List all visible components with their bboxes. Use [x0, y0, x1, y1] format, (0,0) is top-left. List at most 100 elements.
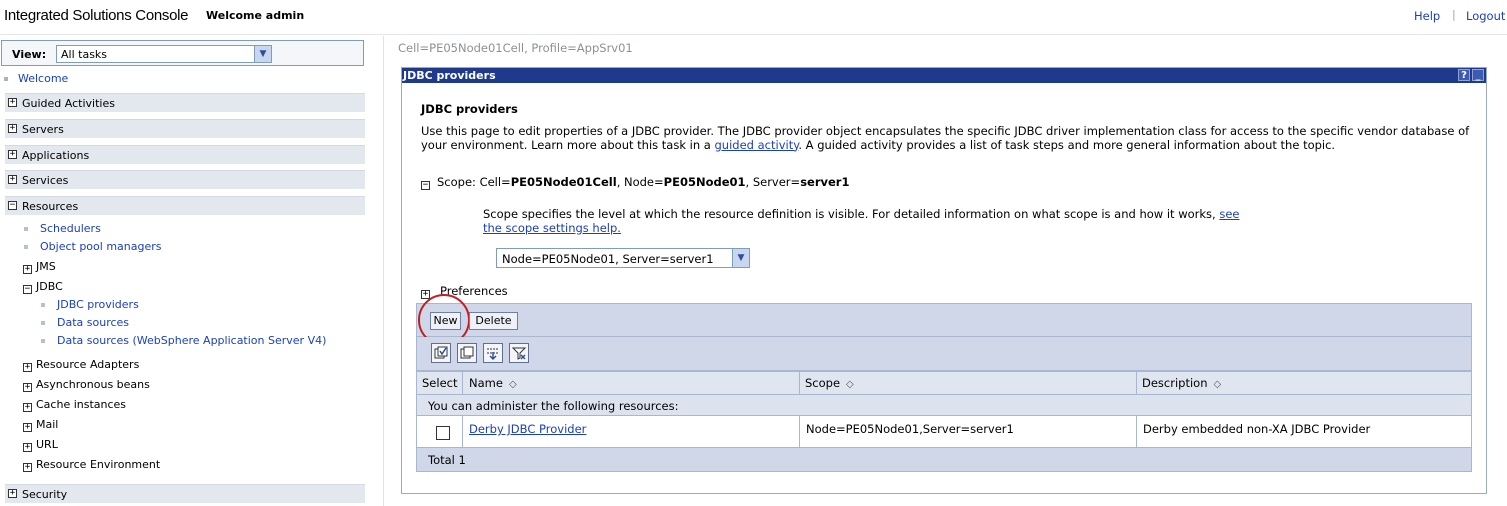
derby-jdbc-provider-link[interactable]: Derby JDBC Provider — [469, 422, 586, 436]
header-divider — [0, 34, 1507, 35]
nav-item-mail[interactable]: + Mail — [23, 418, 58, 432]
asynchronous-beans-label: Asynchronous beans — [36, 378, 150, 391]
expand-icon[interactable]: + — [23, 443, 32, 452]
data-sources-v4-link[interactable]: Data sources (WebSphere Application Serv… — [57, 334, 326, 347]
portlet-title: JDBC providers — [403, 69, 496, 82]
expand-icon[interactable]: + — [8, 98, 17, 107]
bullet-icon — [41, 303, 45, 307]
sort-icon[interactable]: ◇ — [846, 379, 854, 390]
column-description[interactable]: Description ◇ — [1137, 372, 1471, 394]
column-scope[interactable]: Scope ◇ — [800, 372, 1137, 394]
nav-item-data-sources-v4: Data sources (WebSphere Application Serv… — [41, 334, 326, 347]
collapse-icon[interactable]: − — [421, 181, 430, 190]
expand-icon[interactable]: + — [23, 463, 32, 472]
jdbc-providers-link[interactable]: JDBC providers — [57, 298, 139, 311]
scope-help-description: Scope specifies the level at which the r… — [483, 207, 1220, 221]
scope-prefix: Scope: Cell= — [437, 175, 511, 189]
scope-node-prefix: , Node= — [616, 175, 664, 189]
nav-section-label: Resources — [22, 200, 79, 213]
view-label: View: — [12, 48, 47, 61]
welcome-user: Welcome admin — [206, 9, 305, 22]
console-header: Integrated Solutions Console Welcome adm… — [0, 0, 1507, 32]
nav-item-asynchronous-beans[interactable]: + Asynchronous beans — [23, 378, 150, 392]
app-title: Integrated Solutions Console — [4, 7, 189, 24]
new-button[interactable]: New — [430, 312, 461, 330]
expand-icon[interactable]: + — [8, 489, 17, 498]
logout-link[interactable]: Logout — [1466, 9, 1505, 23]
nav-section-security[interactable]: + Security — [5, 484, 365, 503]
scope-server: server1 — [800, 175, 850, 189]
nav-item-jdbc[interactable]: − JDBC — [23, 280, 63, 294]
nav-section-label: Services — [22, 174, 69, 187]
column-select: Select — [417, 372, 463, 394]
sort-icon[interactable]: ◇ — [1214, 379, 1222, 390]
nav-item-jms[interactable]: + JMS — [23, 260, 56, 274]
scope-select[interactable]: Node=PE05Node01, Server=server1 ▼ — [496, 248, 750, 268]
column-description-label: Description — [1142, 376, 1208, 390]
bullet-icon — [4, 77, 8, 81]
chevron-down-icon[interactable]: ▼ — [254, 46, 271, 62]
nav-section-servers[interactable]: + Servers — [5, 119, 365, 138]
clear-filter-icon[interactable] — [509, 343, 529, 363]
table-row: Derby JDBC Provider Node=PE05Node01,Serv… — [416, 416, 1472, 448]
total-count: Total 1 — [428, 453, 466, 467]
object-pool-managers-link[interactable]: Object pool managers — [40, 240, 162, 253]
jdbc-providers-portlet: JDBC providers ? _ JDBC providers Use th… — [401, 67, 1487, 494]
nav-item-url[interactable]: + URL — [23, 438, 58, 452]
select-all-icon[interactable] — [431, 343, 451, 363]
data-sources-link[interactable]: Data sources — [57, 316, 129, 329]
scope-summary: − Scope: Cell=PE05Node01Cell, Node=PE05No… — [421, 175, 849, 190]
schedulers-link[interactable]: Schedulers — [40, 222, 101, 235]
description-cell: Derby embedded non-XA JDBC Provider — [1137, 416, 1471, 447]
jdbc-label: JDBC — [36, 280, 63, 293]
select-cell — [417, 416, 463, 447]
help-icon[interactable]: ? — [1458, 69, 1470, 81]
row-description: Derby embedded non-XA JDBC Provider — [1143, 422, 1371, 436]
expand-icon[interactable]: + — [23, 423, 32, 432]
welcome-link[interactable]: Welcome — [18, 72, 68, 85]
help-link[interactable]: Help — [1414, 9, 1440, 23]
scope-cell: PE05Node01Cell — [510, 175, 617, 189]
nav-section-resources[interactable]: − Resources — [5, 196, 365, 215]
minimize-icon[interactable]: _ — [1472, 69, 1484, 81]
view-select[interactable]: All tasks ▼ — [56, 45, 272, 63]
table-total: Total 1 — [416, 448, 1472, 472]
nav-item-resource-adapters[interactable]: + Resource Adapters — [23, 358, 139, 372]
expand-icon[interactable]: + — [8, 150, 17, 159]
nav-section-guided-activities[interactable]: + Guided Activities — [5, 93, 365, 112]
view-filter: View: All tasks ▼ — [1, 40, 364, 66]
table-toolbar — [416, 337, 1472, 371]
collapse-icon[interactable]: − — [23, 285, 32, 294]
nav-section-label: Applications — [22, 149, 90, 162]
collapse-icon[interactable]: − — [8, 201, 17, 210]
expand-icon[interactable]: + — [8, 175, 17, 184]
view-select-value: All tasks — [61, 48, 108, 61]
nav-section-label: Guided Activities — [22, 97, 115, 110]
expand-icon[interactable]: + — [23, 383, 32, 392]
nav-section-label: Servers — [22, 123, 64, 136]
expand-icon[interactable]: + — [23, 363, 32, 372]
resource-environment-label: Resource Environment — [36, 458, 161, 471]
expand-icon[interactable]: + — [8, 124, 17, 133]
expand-icon[interactable]: + — [23, 265, 32, 274]
table-group-row: You can administer the following resourc… — [416, 395, 1472, 416]
expand-icon[interactable]: + — [23, 403, 32, 412]
nav-section-services[interactable]: + Services — [5, 170, 365, 189]
cache-instances-label: Cache instances — [36, 398, 127, 411]
scope-node: PE05Node01 — [663, 175, 746, 189]
column-scope-label: Scope — [805, 376, 841, 390]
guided-activity-link[interactable]: guided activity — [715, 138, 799, 152]
portlet-titlebar: JDBC providers ? _ — [402, 68, 1486, 83]
nav-item-resource-environment[interactable]: + Resource Environment — [23, 458, 160, 472]
sort-icon[interactable]: ◇ — [509, 379, 517, 390]
scope-cell: Node=PE05Node01,Server=server1 — [800, 416, 1137, 447]
chevron-down-icon[interactable]: ▼ — [732, 249, 749, 267]
nav-section-applications[interactable]: + Applications — [5, 145, 365, 164]
column-name[interactable]: Name ◇ — [463, 372, 800, 394]
show-filter-icon[interactable] — [483, 343, 503, 363]
deselect-all-icon[interactable] — [457, 343, 477, 363]
nav-item-cache-instances[interactable]: + Cache instances — [23, 398, 126, 412]
pane-divider[interactable] — [383, 36, 384, 506]
delete-button[interactable]: Delete — [469, 312, 518, 330]
row-checkbox[interactable] — [436, 426, 450, 440]
